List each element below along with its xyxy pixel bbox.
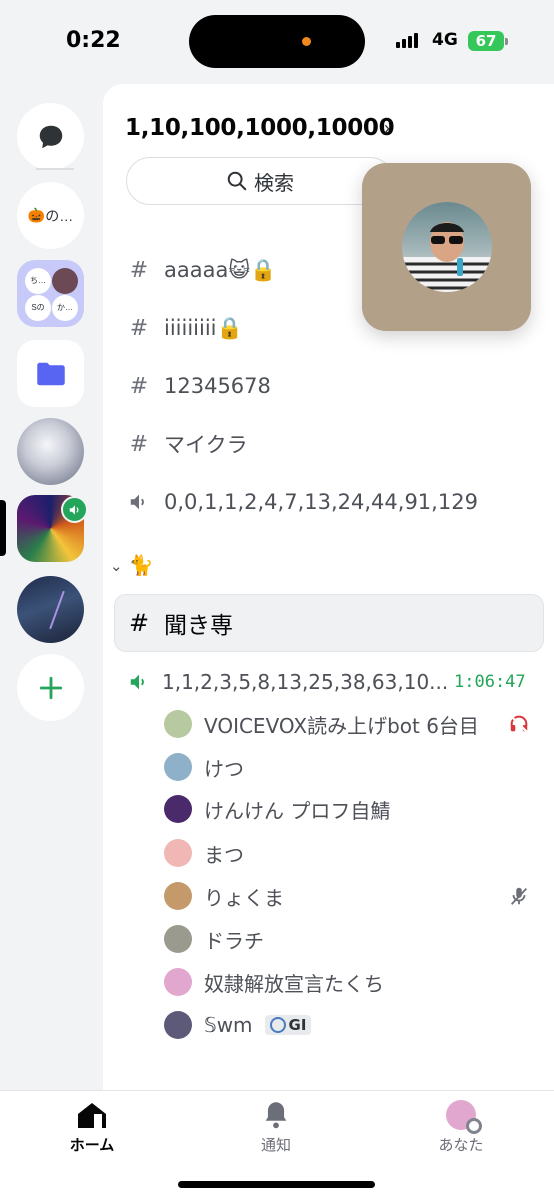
- avatar: [164, 925, 192, 953]
- direct-messages-button[interactable]: [17, 103, 84, 170]
- search-button[interactable]: 検索: [126, 157, 394, 205]
- folder-icon: [36, 362, 65, 385]
- avatar: [164, 795, 192, 823]
- locked-text-channel-icon: #: [129, 431, 149, 457]
- nav-notifications[interactable]: 通知: [231, 1100, 321, 1155]
- rail-divider: [36, 168, 74, 170]
- voice-channel-name: 1,1,2,3,5,8,13,25,38,63,10...: [162, 670, 449, 694]
- channel-item[interactable]: # 12345678: [128, 366, 271, 406]
- locked-text-channel-icon: #: [129, 257, 149, 283]
- search-label: 検索: [254, 172, 294, 195]
- voice-member[interactable]: りょくま: [164, 880, 284, 912]
- server-folder-closed[interactable]: [17, 340, 84, 407]
- nav-home-label: ホーム: [69, 1137, 115, 1154]
- channel-item[interactable]: 0,0,1,1,2,4,7,13,24,44,91,129: [128, 482, 478, 522]
- avatar: [164, 710, 192, 738]
- avatar: [164, 968, 192, 996]
- voice-channel-item[interactable]: 1,1,2,3,5,8,13,25,38,63,10...: [128, 664, 448, 700]
- category-label: 🐈: [128, 555, 154, 577]
- voice-active-badge-icon: [61, 496, 88, 523]
- server-pumpkin-label: の…: [45, 207, 74, 224]
- search-icon: [227, 171, 247, 191]
- selected-channel-name: 聞き専: [164, 613, 233, 639]
- chat-bubble-icon: [39, 125, 62, 148]
- avatar: [164, 882, 192, 910]
- pumpkin-icon: 🎃: [27, 207, 46, 223]
- deafened-headset-icon: [508, 713, 530, 740]
- dynamic-island: [189, 15, 365, 68]
- privacy-indicator-dot: [302, 37, 311, 46]
- member-name: VOICEVOX読み上げbot 6台目: [204, 713, 479, 738]
- active-server-pill: [0, 500, 6, 556]
- server-night-sky[interactable]: [17, 576, 84, 643]
- channel-name: マイクラ: [164, 433, 248, 457]
- battery-tip-icon: [505, 38, 508, 45]
- nav-notifications-label: 通知: [260, 1137, 291, 1154]
- channel-name: iiiiiiiii🔒: [164, 315, 243, 340]
- text-channel-icon: #: [128, 609, 150, 637]
- tag-icon: [269, 1017, 286, 1033]
- home-icon: [78, 1103, 106, 1128]
- channel-item[interactable]: # aaaaa😺🔒: [128, 250, 277, 290]
- server-anime-avatar[interactable]: [17, 418, 84, 485]
- nav-home[interactable]: ホーム: [47, 1100, 137, 1155]
- voice-member[interactable]: VOICEVOX読み上げbot 6台目: [164, 708, 479, 740]
- avatar: [164, 839, 192, 867]
- avatar: [164, 1011, 192, 1039]
- user-avatar: [446, 1100, 482, 1134]
- voice-member[interactable]: けんけん プロフ自鯖: [164, 793, 390, 825]
- folder-server-4: か…: [52, 295, 78, 321]
- locked-voice-channel-icon: [128, 491, 150, 513]
- chevron-right-icon[interactable]: ›: [384, 118, 390, 139]
- channel-item[interactable]: # マイクラ: [128, 424, 248, 464]
- status-idle-icon: [466, 1118, 482, 1134]
- signal-icon: [396, 33, 418, 48]
- battery-indicator: 67: [468, 31, 504, 51]
- add-server-button[interactable]: [17, 654, 84, 721]
- nav-you-label: あなた: [438, 1137, 484, 1154]
- folder-server-2-avatar: [52, 268, 78, 294]
- folder-server-1: ち…: [25, 268, 51, 294]
- locked-text-channel-icon: #: [129, 373, 149, 399]
- category-header[interactable]: ⌄ 🐈: [110, 553, 153, 578]
- voice-member[interactable]: けつ: [164, 751, 244, 783]
- locked-text-channel-icon: #: [129, 315, 149, 341]
- member-name: ドラチ: [204, 928, 264, 953]
- member-name: 𝕊wm: [204, 1013, 253, 1037]
- channel-name: 0,0,1,1,2,4,7,13,24,44,91,129: [164, 490, 478, 514]
- server-pumpkin[interactable]: 🎃 の…: [17, 182, 84, 249]
- member-name: けつ: [204, 756, 244, 781]
- folder-server-3: Sのサ…: [25, 295, 51, 321]
- voice-member[interactable]: まつ: [164, 837, 244, 869]
- muted-mic-icon: [508, 885, 530, 912]
- nav-you[interactable]: あなた: [416, 1100, 506, 1155]
- member-name: まつ: [204, 842, 244, 867]
- pip-user-avatar: [402, 202, 492, 292]
- voice-speaker-icon: [130, 674, 144, 690]
- channel-name: 12345678: [164, 374, 271, 398]
- voice-member[interactable]: 𝕊wm GI: [164, 1009, 312, 1041]
- avatar: [164, 753, 192, 781]
- chevron-down-icon: ⌄: [110, 557, 123, 575]
- member-name: けんけん プロフ自鯖: [204, 798, 391, 823]
- status-time: 0:22: [66, 28, 121, 53]
- bell-icon: [265, 1102, 287, 1129]
- server-name[interactable]: 1,10,100,1000,10000: [125, 115, 395, 141]
- server-folder[interactable]: ち… Sのサ… か…: [17, 260, 84, 327]
- voice-member[interactable]: ドラチ: [164, 923, 264, 955]
- member-name: りょくま: [204, 885, 284, 910]
- tag-label: GI: [288, 1016, 307, 1034]
- voice-timer: 1:06:47: [454, 672, 526, 692]
- channel-item[interactable]: # iiiiiiiii🔒: [128, 308, 243, 348]
- member-name: 奴隷解放宣言たくち: [204, 971, 384, 996]
- voice-member[interactable]: 奴隷解放宣言たくち: [164, 966, 384, 998]
- channel-name: aaaaa😺🔒: [164, 257, 277, 282]
- network-type: 4G: [432, 30, 458, 50]
- server-tag-badge: GI: [264, 1015, 312, 1035]
- selected-channel[interactable]: # 聞き専: [128, 604, 233, 642]
- plus-icon: [39, 676, 62, 699]
- home-indicator: [178, 1181, 375, 1188]
